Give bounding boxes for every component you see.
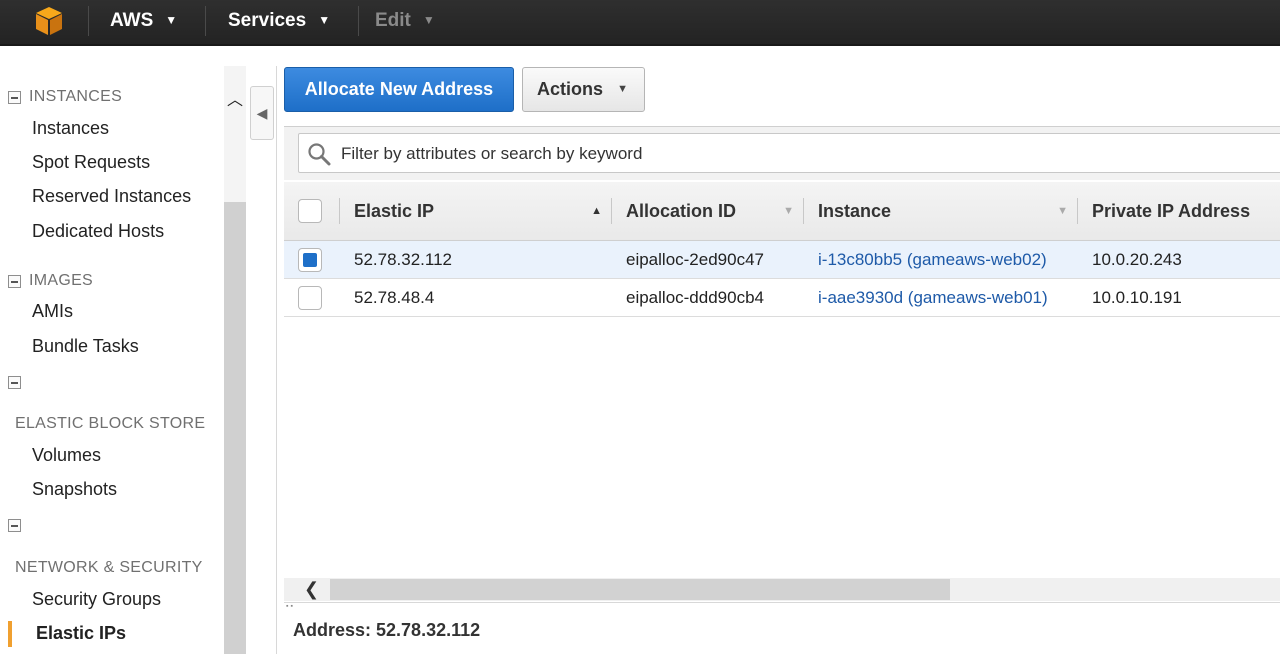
top-navigation-bar: AWS ▼ Services ▼ Edit ▼ [0,0,1280,46]
instance-cell: i-aae3930d (gameaws-web01) [804,279,1078,317]
column-header-label: Private IP Address [1092,201,1251,221]
row-select-cell [284,241,340,279]
elastic-ip-value: 52.78.48.4 [354,287,435,307]
services-menu[interactable]: Services ▼ [228,8,330,32]
collapse-section-icon[interactable] [8,274,21,288]
sidebar-item-amis[interactable]: AMIs [32,301,73,322]
search-input[interactable] [339,142,1243,166]
section-title: IMAGES [29,272,94,289]
chevron-left-icon[interactable]: ❮ [304,579,319,600]
instance-cell: i-13c80bb5 (gameaws-web02) [804,241,1078,279]
chevron-left-icon[interactable]: ◀ [250,86,274,140]
collapse-section-icon[interactable] [8,90,21,104]
elastic-ip-cell: 52.78.48.4 [340,279,612,317]
actions-dropdown-button[interactable]: Actions ▼ [522,67,645,112]
horizontal-scrollbar[interactable]: ❮ [284,578,1280,601]
elastic-ip-value: 52.78.32.112 [354,249,452,269]
services-menu-label: Services [228,10,307,31]
section-title: INSTANCES [29,88,123,105]
sidebar-collapse-panel: ◀ [246,66,277,654]
allocation-id-cell: eipalloc-2ed90c47 [612,241,804,279]
sidebar-item-instances[interactable]: Instances [32,118,109,139]
sidebar-section-elastic-block-store: ELASTIC BLOCK STORE [15,415,205,433]
nav-divider [205,6,206,36]
chevron-down-icon: ▼ [617,83,628,95]
aws-menu[interactable]: AWS ▼ [110,8,177,32]
private-ip-cell: 10.0.20.243 [1078,241,1280,279]
column-header-instance[interactable]: Instance ▼ [804,182,1078,241]
instance-link[interactable]: i-aae3930d (gameaws-web01) [804,288,1078,308]
instance-link[interactable]: i-13c80bb5 (gameaws-web02) [804,250,1078,270]
sidebar-item-security-groups[interactable]: Security Groups [32,589,161,610]
elastic-ips-table-area: Elastic IP ▲ Allocation ID ▼ Instance ▼ … [284,182,1280,578]
actions-label: Actions [537,79,604,99]
column-header-elastic-ip[interactable]: Elastic IP ▲ [340,182,612,241]
section-title: NETWORK & SECURITY [15,559,203,576]
allocation-id-value: eipalloc-ddd90cb4 [626,287,764,307]
allocation-id-cell: eipalloc-ddd90cb4 [612,279,804,317]
table-row[interactable]: 52.78.48.4 eipalloc-ddd90cb4 i-aae3930d … [284,279,1280,317]
column-header-private-ip-address[interactable]: Private IP Address [1078,182,1280,241]
private-ip-cell: 10.0.10.191 [1078,279,1280,317]
elastic-ips-table: Elastic IP ▲ Allocation ID ▼ Instance ▼ … [284,182,1280,317]
private-ip-value: 10.0.20.243 [1092,249,1182,269]
active-item-marker [8,621,12,647]
edit-menu[interactable]: Edit ▼ [375,8,435,32]
column-header-allocation-id[interactable]: Allocation ID ▼ [612,182,804,241]
sidebar-section-network-security: NETWORK & SECURITY [15,559,203,577]
search-box[interactable] [298,133,1280,173]
sidebar-item-volumes[interactable]: Volumes [32,445,101,466]
nav-divider [358,6,359,36]
select-all-checkbox[interactable] [298,199,322,223]
select-all-column [284,182,340,241]
sidebar-item-spot-requests[interactable]: Spot Requests [32,152,150,173]
column-header-label: Elastic IP [354,201,435,221]
table-header-row: Elastic IP ▲ Allocation ID ▼ Instance ▼ … [284,182,1280,241]
collapse-section-icon[interactable] [8,376,21,389]
sidebar-section-images[interactable]: IMAGES [8,272,93,290]
sidebar-item-reserved-instances[interactable]: Reserved Instances [32,186,191,207]
chevron-down-icon: ▼ [165,13,178,27]
sort-icon[interactable]: ▼ [783,182,794,240]
allocate-new-address-button[interactable]: Allocate New Address [284,67,514,112]
sidebar-scroll-thumb[interactable] [224,202,246,654]
aws-menu-label: AWS [110,10,154,31]
nav-divider [88,6,89,36]
column-header-label: Allocation ID [626,201,737,221]
sidebar-item-snapshots[interactable]: Snapshots [32,479,117,500]
row-checkbox[interactable] [298,247,322,272]
edit-menu-label: Edit [375,10,411,31]
sidebar-section-instances[interactable]: INSTANCES [8,88,122,106]
detail-pane-title: Address: 52.78.32.112 [293,620,481,640]
sort-icon[interactable]: ▼ [1057,182,1068,240]
aws-cube-logo-icon[interactable] [33,5,65,37]
collapse-section-icon[interactable] [8,519,21,532]
sidebar-scrollbar[interactable]: ︿ [224,66,246,654]
sidebar-item-elastic-ips[interactable]: Elastic IPs [36,623,126,644]
row-checkbox[interactable] [298,285,322,310]
section-title: ELASTIC BLOCK STORE [15,415,206,432]
column-header-label: Instance [818,201,892,221]
horizontal-scroll-thumb[interactable] [330,579,950,600]
chevron-down-icon: ▼ [318,13,331,27]
elastic-ip-cell: 52.78.32.112 [340,241,612,279]
search-icon [308,143,331,166]
resize-grip-icon[interactable]: ▪▪ [286,603,295,610]
sidebar-item-dedicated-hosts[interactable]: Dedicated Hosts [32,221,164,242]
allocation-id-value: eipalloc-2ed90c47 [626,249,764,269]
table-row[interactable]: 52.78.32.112 eipalloc-2ed90c47 i-13c80bb… [284,240,1280,279]
row-select-cell [284,279,340,317]
sidebar-item-bundle-tasks[interactable]: Bundle Tasks [32,336,139,357]
sort-ascending-icon[interactable]: ▲ [591,182,602,240]
sidebar: INSTANCES Instances Spot Requests Reserv… [0,46,224,654]
chevron-up-icon[interactable]: ︿ [227,86,243,110]
search-bar [284,126,1280,180]
chevron-down-icon: ▼ [422,13,435,27]
private-ip-value: 10.0.10.191 [1092,287,1182,307]
detail-pane-divider[interactable] [284,602,1280,605]
